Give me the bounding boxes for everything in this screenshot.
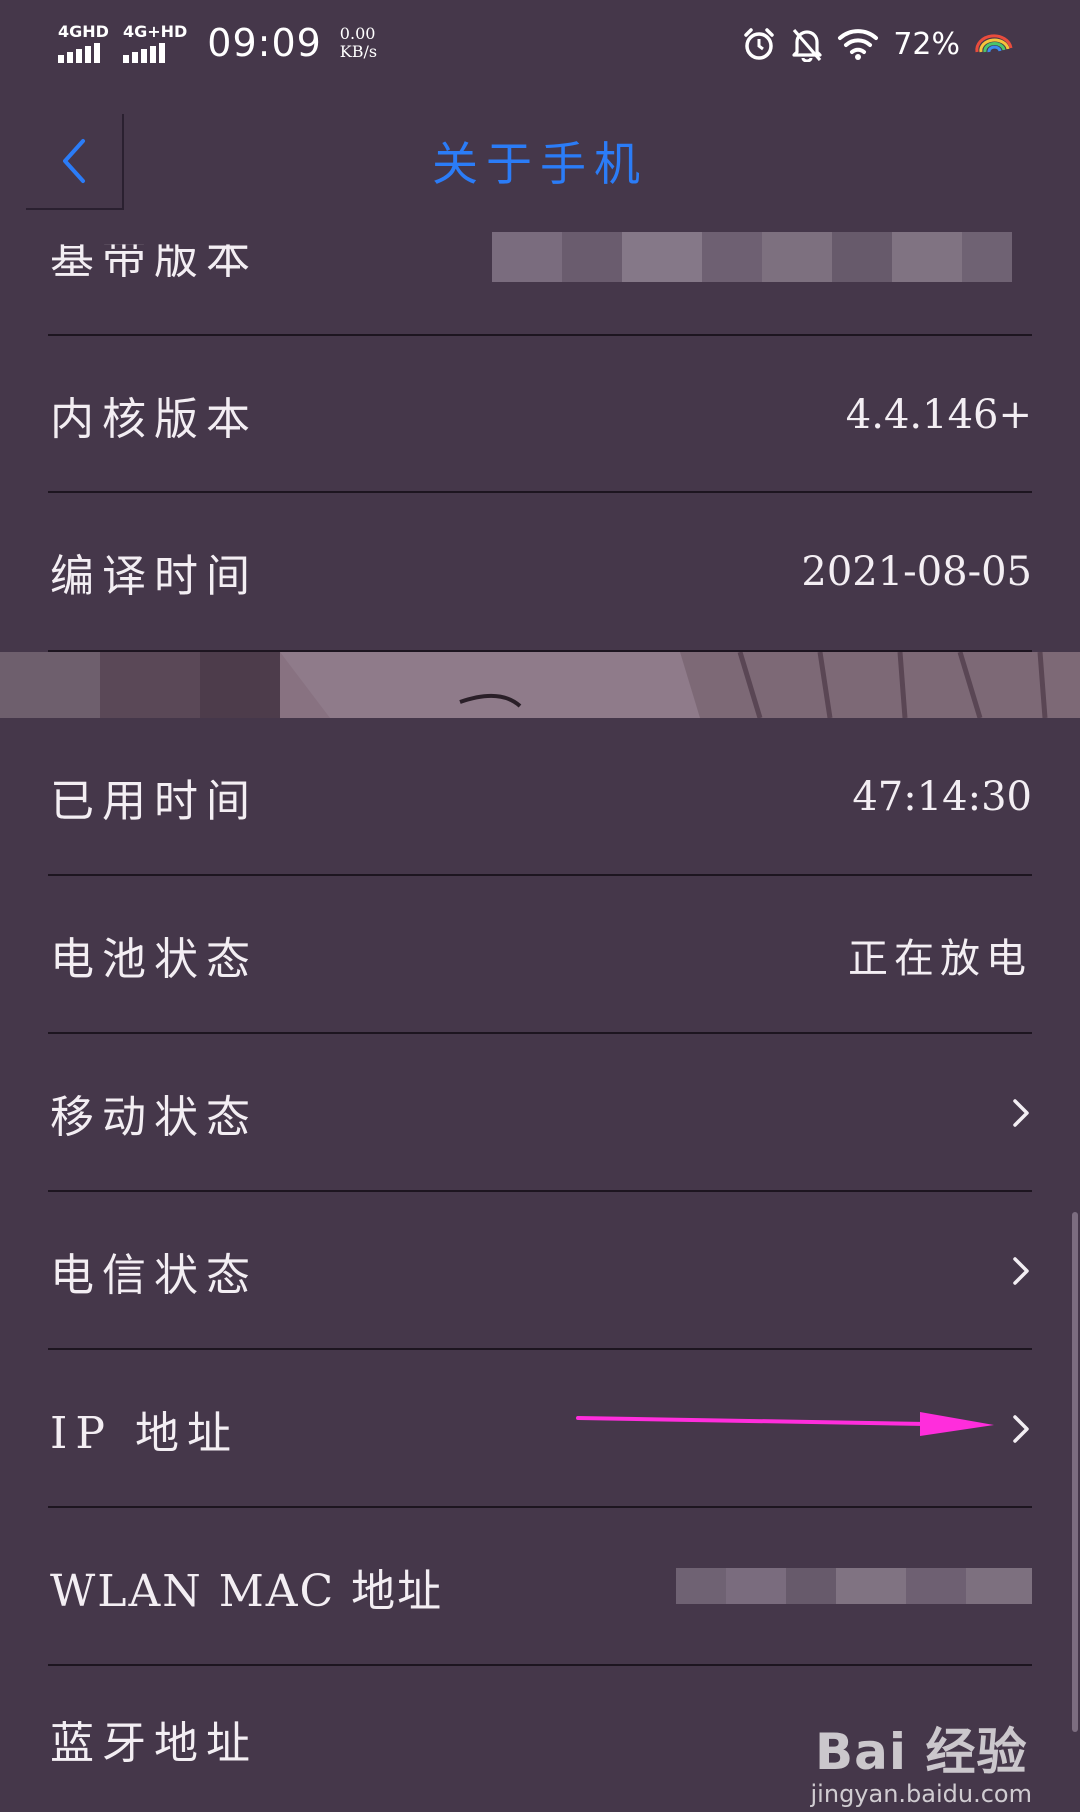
signal-2: 4G+HD	[122, 21, 188, 63]
network-speed: 0.00 KB/s	[340, 25, 377, 61]
watermark-url: jingyan.baidu.com	[810, 1780, 1032, 1808]
chevron-right-icon	[1013, 1257, 1029, 1285]
row-label: 内核版本	[50, 394, 258, 445]
rainbow-icon	[975, 34, 1013, 53]
network-type-1: 4GHD	[58, 21, 109, 41]
signal-bars-icon	[58, 42, 100, 63]
watermark-logo: Bai 经验	[815, 1723, 1028, 1781]
row-battery-status: 电池状态 正在放电	[48, 876, 1032, 1034]
bell-off-icon	[792, 28, 822, 62]
battery-level: 72%	[893, 26, 960, 62]
row-label: IP 地址	[50, 1408, 239, 1459]
alarm-icon	[744, 28, 775, 60]
row-value: 47:14:30	[852, 774, 1032, 820]
row-mobile-status[interactable]: 移动状态	[48, 1034, 1032, 1192]
baidu-watermark: Bai 经验 jingyan.baidu.com	[811, 1712, 1032, 1808]
network-type-2: 4G+HD	[122, 21, 188, 41]
annotation-arrow	[576, 1412, 994, 1436]
row-label: 基带版本	[50, 233, 258, 284]
wifi-icon	[838, 29, 879, 60]
signal-1: 4GHD	[58, 21, 109, 63]
row-label: 移动状态	[50, 1092, 258, 1143]
row-uptime: 已用时间 47:14:30	[48, 718, 1032, 876]
row-value: 2021-08-05	[801, 549, 1032, 595]
scrollbar[interactable]	[1072, 1212, 1078, 1732]
row-label: 蓝牙地址	[50, 1718, 258, 1769]
row-label: 已用时间	[50, 776, 258, 827]
chevron-right-icon	[1013, 1099, 1029, 1127]
about-phone-screen: 4GHD 4G+HD 09:09 0.00 KB/s 72% 关于手机 基带版本…	[0, 0, 1080, 1812]
clock: 09:09	[207, 21, 322, 65]
overlay-image-strip	[0, 652, 1080, 718]
row-baseband-version: 基带版本	[48, 176, 1032, 334]
signal-bars-icon	[122, 42, 165, 63]
row-build-time: 编译时间 2021-08-05	[48, 493, 1032, 651]
row-telecom-status[interactable]: 电信状态	[48, 1192, 1032, 1350]
chevron-right-icon	[1013, 1415, 1029, 1443]
blurred-value	[492, 232, 1032, 282]
strip-illustration	[0, 652, 1080, 718]
row-label: 编译时间	[50, 551, 258, 602]
status-bar: 4GHD 4G+HD 09:09 0.00 KB/s 72%	[0, 0, 1080, 88]
blurred-value	[676, 1568, 1032, 1604]
row-label: 电信状态	[50, 1250, 258, 1301]
row-value: 4.4.146+	[845, 392, 1032, 438]
row-label: 电池状态	[50, 934, 258, 985]
speed-unit: KB/s	[339, 42, 378, 61]
row-wlan-mac-address: WLAN MAC 地址	[48, 1508, 1032, 1666]
row-value: 正在放电	[848, 936, 1032, 982]
row-label: WLAN MAC 地址	[50, 1566, 444, 1617]
row-kernel-version: 内核版本 4.4.146+	[48, 336, 1032, 494]
speed-value: 0.00	[339, 24, 376, 43]
